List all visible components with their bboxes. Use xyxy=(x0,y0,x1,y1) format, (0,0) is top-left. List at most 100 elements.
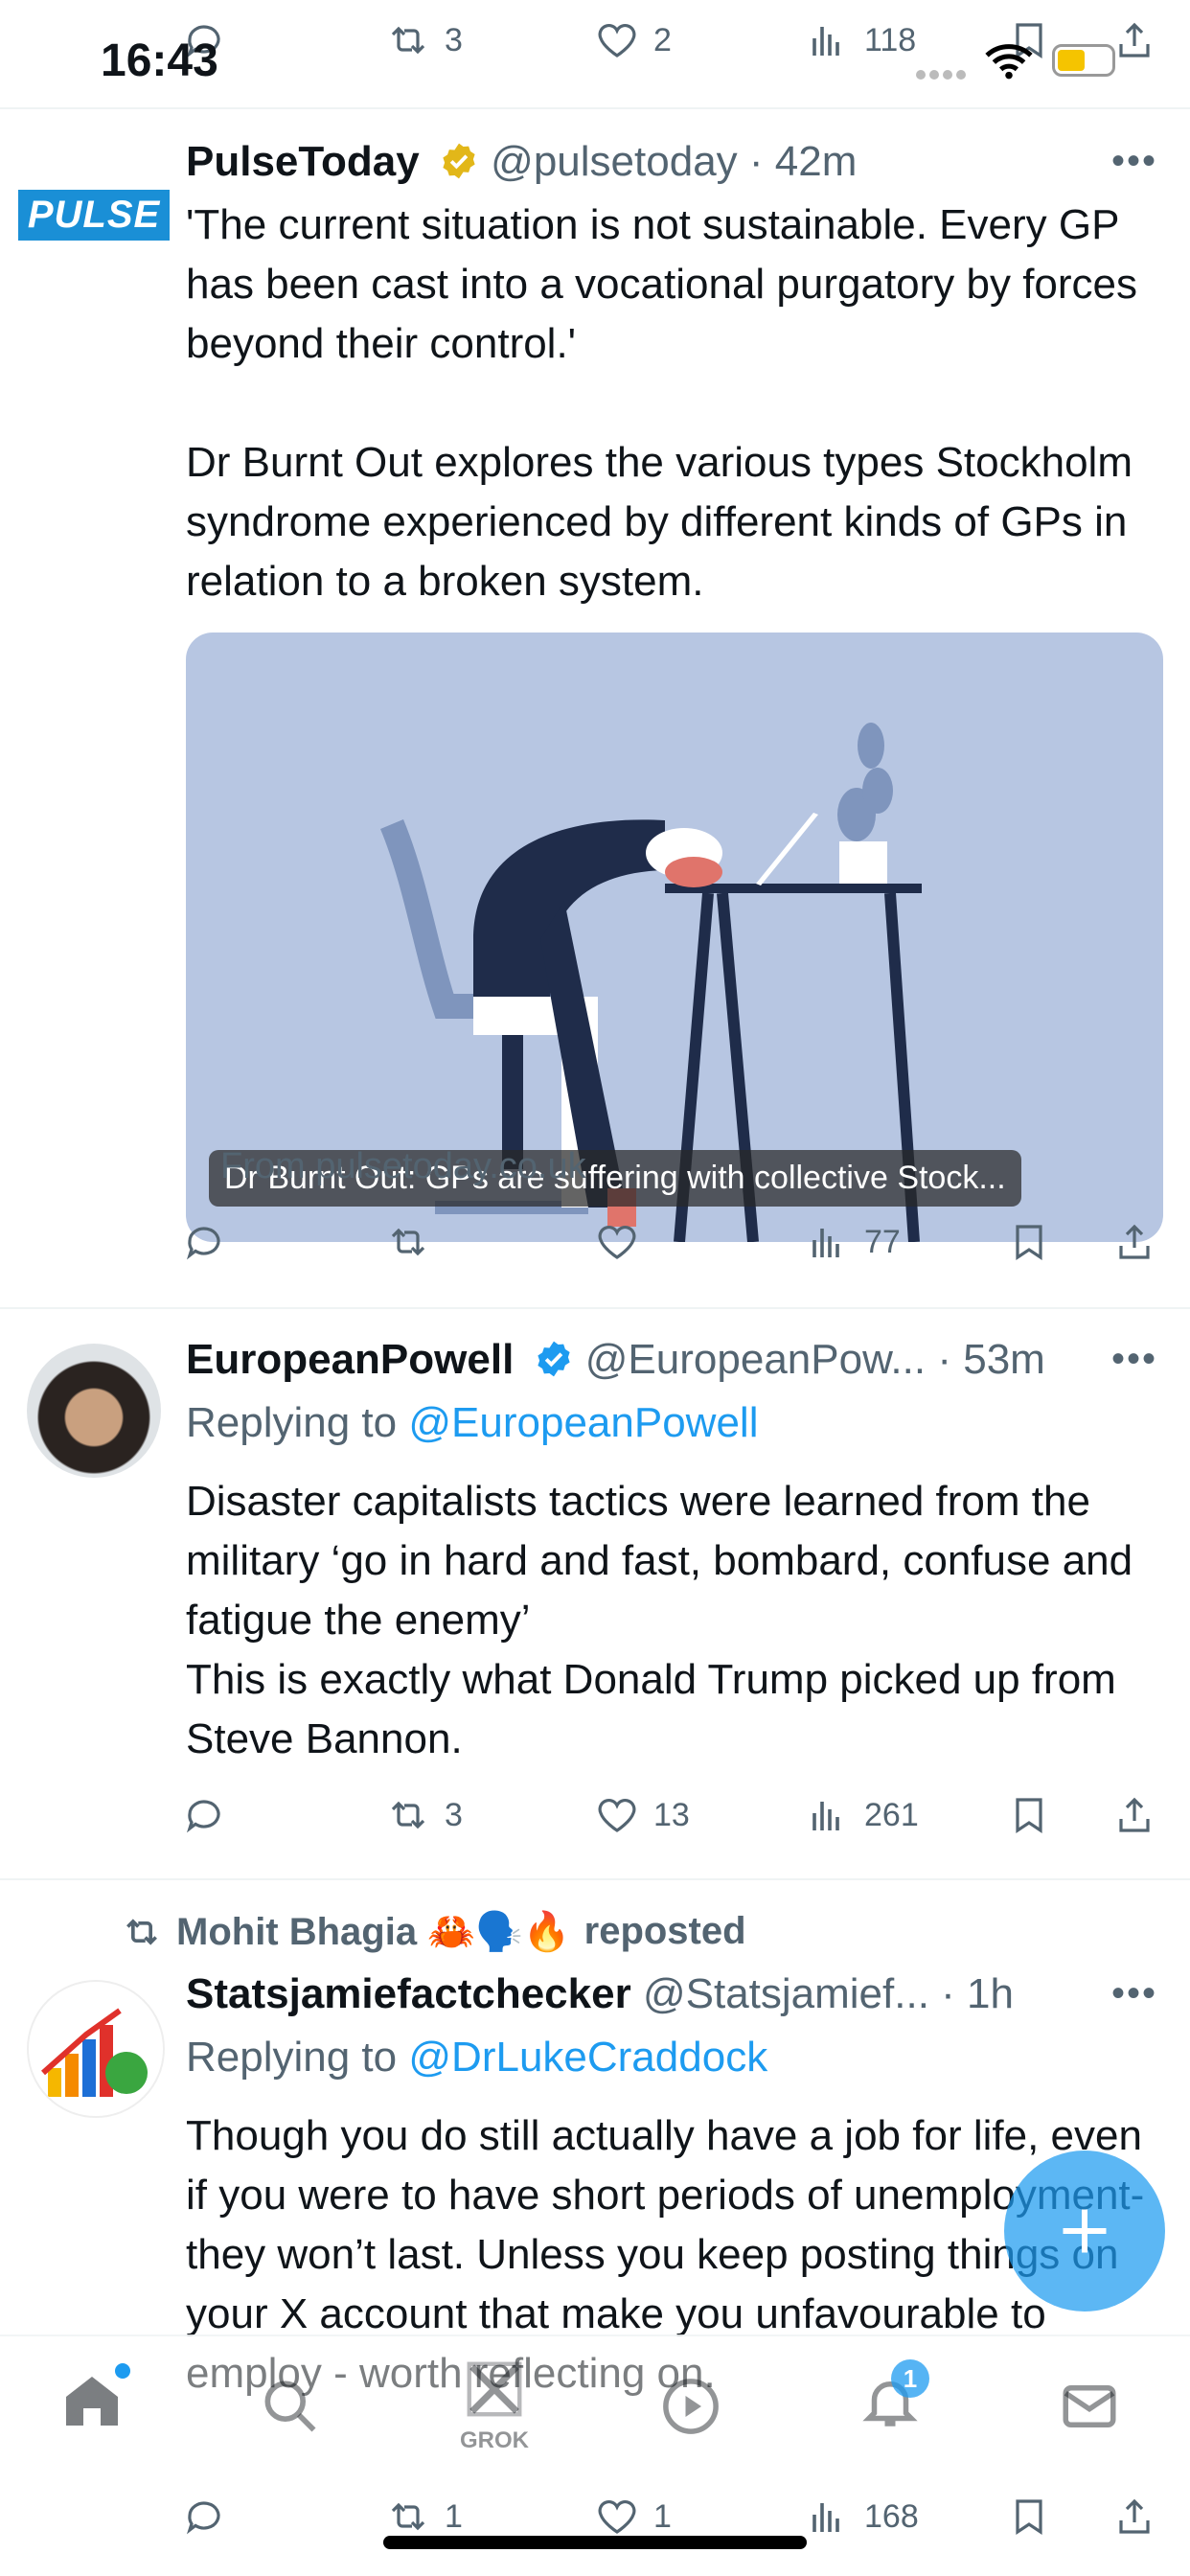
search-icon xyxy=(264,2380,316,2432)
like-button[interactable] xyxy=(594,1213,640,1271)
author-name[interactable]: EuropeanPowell xyxy=(186,1336,514,1383)
share-icon xyxy=(1119,1797,1150,1832)
more-options-icon[interactable]: ••• xyxy=(1111,1972,1157,2015)
tweet-header: PulseToday @pulsetoday · 42m xyxy=(186,138,857,186)
retweet-icon xyxy=(391,1801,425,1829)
tab-messages[interactable] xyxy=(1058,2375,1121,2443)
tweet-header: Statsjamiefactchecker @Statsjamief... · … xyxy=(186,1970,1014,2018)
cellular-signal-icon xyxy=(916,70,966,80)
bookmark-button[interactable] xyxy=(1006,1786,1052,1844)
bookmark-icon xyxy=(1016,1225,1042,1260)
views-button[interactable]: 168 xyxy=(805,2488,919,2545)
tweet-time: · 53m xyxy=(937,1336,1045,1383)
tweet-text: Disaster capitalists tactics were learne… xyxy=(186,1478,1133,1762)
tab-grok[interactable]: GROK xyxy=(456,2356,533,2454)
compose-button[interactable] xyxy=(1004,2150,1165,2312)
heart-icon xyxy=(598,1799,636,1832)
heart-icon xyxy=(598,2500,636,2534)
tab-search[interactable] xyxy=(257,2373,322,2443)
status-bar: 16:43 xyxy=(0,0,1190,105)
avatar[interactable]: PULSE xyxy=(17,186,171,243)
views-button[interactable]: 77 xyxy=(805,1213,901,1271)
tweet-europeanpowell[interactable]: EuropeanPowell @EuropeanPow... · 53m •••… xyxy=(0,1309,1190,1878)
bottom-tab-bar: GROK 1 xyxy=(0,2334,1190,2482)
avatar[interactable] xyxy=(27,1344,161,1478)
share-icon xyxy=(1119,2498,1150,2534)
author-handle[interactable]: @Statsjamief... xyxy=(643,1970,929,2017)
share-icon xyxy=(1119,1224,1150,1259)
reply-context: Replying to @EuropeanPowell xyxy=(186,1399,758,1447)
reply-icon xyxy=(186,2501,220,2535)
views-icon xyxy=(812,1229,839,1257)
tweet-actions: 77 xyxy=(182,1213,1180,1271)
tweet-time: · 42m xyxy=(748,138,858,185)
bookmark-button[interactable] xyxy=(1006,2488,1052,2545)
reply-icon xyxy=(186,1800,220,1833)
reposted-label: reposted xyxy=(584,1910,746,1952)
views-count: 261 xyxy=(864,1796,919,1833)
author-name[interactable]: Statsjamiefactchecker xyxy=(186,1970,631,2017)
tweet-pulsetoday[interactable]: PULSE PulseToday @pulsetoday · 42m ••• '… xyxy=(0,109,1190,1307)
retweet-button[interactable] xyxy=(385,1213,431,1271)
home-unread-dot xyxy=(115,2363,130,2379)
heart-icon xyxy=(598,1226,636,1259)
verified-blue-icon xyxy=(537,1341,570,1377)
more-options-icon[interactable]: ••• xyxy=(1111,140,1157,183)
more-options-icon[interactable]: ••• xyxy=(1111,1338,1157,1381)
retweet-icon xyxy=(391,1228,425,1256)
retweet-icon xyxy=(391,2502,425,2531)
repost-icon xyxy=(126,1918,157,1945)
reply-button[interactable] xyxy=(182,1213,228,1271)
bookmark-icon xyxy=(1016,2499,1042,2535)
author-handle[interactable]: @EuropeanPow... xyxy=(585,1336,926,1383)
like-button[interactable]: 13 xyxy=(594,1786,690,1844)
home-indicator xyxy=(383,2536,807,2549)
retweet-count: 3 xyxy=(445,1796,463,1833)
tweet-text: 'The current situation is not sustainabl… xyxy=(186,201,1138,605)
share-button[interactable] xyxy=(1111,2488,1157,2545)
reply-icon xyxy=(186,1227,220,1260)
replying-to-label: Replying to xyxy=(186,2034,398,2081)
like-count: 13 xyxy=(653,1796,690,1833)
tweet-header: EuropeanPowell @EuropeanPow... · 53m xyxy=(186,1336,1045,1384)
retweet-count: 1 xyxy=(445,2497,463,2535)
author-handle[interactable]: @pulsetoday xyxy=(491,138,738,185)
battery-icon xyxy=(1052,44,1115,77)
grok-label: GROK xyxy=(460,2427,529,2453)
like-count: 1 xyxy=(653,2497,672,2535)
views-count: 168 xyxy=(864,2497,919,2535)
share-button[interactable] xyxy=(1111,1786,1157,1844)
replying-to-label: Replying to xyxy=(186,1399,398,1446)
wifi-icon xyxy=(985,44,1033,80)
tweet-time: · 1h xyxy=(941,1970,1014,2017)
play-icon xyxy=(663,2379,719,2434)
avatar[interactable] xyxy=(27,1980,165,2118)
views-count: 77 xyxy=(864,1223,901,1260)
bookmark-icon xyxy=(1016,1798,1042,1833)
reposter-name[interactable]: Mohit Bhagia 🦀🗣️🔥 xyxy=(176,1909,571,1954)
plus-icon xyxy=(1063,2209,1107,2253)
link-card-source[interactable]: From pulsetoday.co.uk xyxy=(220,1146,586,1187)
retweet-button[interactable]: 3 xyxy=(385,1786,463,1844)
status-time: 16:43 xyxy=(101,35,218,86)
share-button[interactable] xyxy=(1111,1213,1157,1271)
mail-icon xyxy=(1063,2385,1116,2427)
reply-button[interactable] xyxy=(182,1786,228,1844)
avatar-logo-text: PULSE xyxy=(17,189,171,241)
views-button[interactable]: 261 xyxy=(805,1786,919,1844)
tab-video[interactable] xyxy=(659,2375,722,2443)
grok-icon xyxy=(467,2361,522,2417)
tab-home[interactable] xyxy=(57,2363,144,2451)
bar-chart-avatar-icon xyxy=(41,2008,148,2097)
reply-button[interactable] xyxy=(182,2488,228,2545)
tab-notifications[interactable]: 1 xyxy=(858,2359,929,2439)
verified-gold-icon xyxy=(443,143,475,179)
reply-to-handle[interactable]: @EuropeanPowell xyxy=(408,1399,758,1446)
reply-to-handle[interactable]: @DrLukeCraddock xyxy=(408,2034,767,2081)
repost-context: Mohit Bhagia 🦀🗣️🔥 reposted xyxy=(121,1909,746,1954)
views-icon xyxy=(812,1802,839,1830)
notifications-badge: 1 xyxy=(891,2359,929,2398)
bookmark-button[interactable] xyxy=(1006,1213,1052,1271)
author-name[interactable]: PulseToday xyxy=(186,138,420,185)
reply-context: Replying to @DrLukeCraddock xyxy=(186,2034,767,2082)
